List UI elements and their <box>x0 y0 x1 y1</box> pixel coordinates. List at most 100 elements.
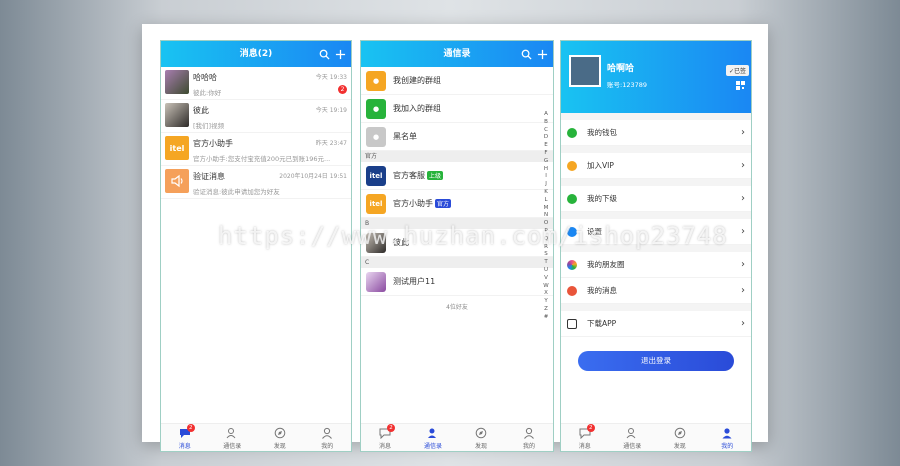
compass-icon <box>674 427 686 439</box>
menu-label: 下载APP <box>587 319 617 328</box>
message-preview: 彼此:你好 <box>193 89 222 96</box>
alphabet-letter[interactable]: J <box>542 181 550 189</box>
contact-label: 黑名单 <box>393 132 417 141</box>
friend-count: 4位好友 <box>446 304 468 311</box>
alphabet-letter[interactable]: V <box>542 275 550 283</box>
contact-row-joined-groups[interactable]: ● 我加入的群组 <box>361 95 553 123</box>
contacts-icon <box>226 428 236 439</box>
message-item[interactable]: 彼此 [我们]视频 今天 19:19 <box>161 100 351 133</box>
subordinates-icon <box>567 193 577 204</box>
alphabet-letter[interactable]: F <box>542 150 550 158</box>
group-icon: ● <box>366 70 386 91</box>
menu-label: 我的钱包 <box>587 128 617 137</box>
alphabet-letter[interactable]: A <box>542 111 550 119</box>
avatar[interactable] <box>569 55 601 87</box>
alphabet-letter[interactable]: C <box>542 127 550 135</box>
menu-subordinates[interactable]: 我的下级 › <box>561 186 751 212</box>
tab-me[interactable]: 我的 <box>304 424 352 451</box>
message-time: 今天 19:19 <box>315 107 347 114</box>
alphabet-letter[interactable]: G <box>542 158 550 166</box>
add-icon[interactable] <box>335 49 346 60</box>
alphabet-letter[interactable]: Z <box>542 306 550 314</box>
tab-discover[interactable]: 发现 <box>656 424 704 451</box>
tab-contacts[interactable]: 通信录 <box>209 424 257 451</box>
message-preview: 验证消息:彼此申请加您为好友 <box>193 188 280 195</box>
qr-code-icon[interactable] <box>736 81 745 90</box>
user-icon <box>524 427 534 439</box>
menu-label: 我的消息 <box>587 286 617 295</box>
menu-wallet[interactable]: 我的钱包 › <box>561 120 751 146</box>
menu-my-messages[interactable]: 我的消息 › <box>561 278 751 304</box>
alphabet-letter[interactable]: X <box>542 290 550 298</box>
message-item[interactable]: itel 官方小助手 官方小助手:您支付宝充值200元已到账196元... 昨天… <box>161 133 351 166</box>
wallet-icon <box>567 127 577 138</box>
speaker-icon <box>165 169 189 193</box>
contact-row[interactable]: itel 官方小助手 官方 <box>361 190 553 218</box>
alphabet-letter[interactable]: W <box>542 283 550 291</box>
tab-discover[interactable]: 发现 <box>256 424 304 451</box>
chevron-right-icon: › <box>741 127 745 138</box>
watermark-text: https://www.huzhan.com/ishop23748 <box>218 222 728 250</box>
alphabet-letter[interactable]: S <box>542 251 550 259</box>
alphabet-letter[interactable]: H <box>542 166 550 174</box>
profile-header: 哈啊哈 账号:123789 ✓已签 <box>561 41 751 113</box>
message-item[interactable]: 验证消息 验证消息:彼此申请加您为好友 2020年10月24日 19:51 <box>161 166 351 199</box>
tab-messages[interactable]: 2 消息 <box>161 424 209 451</box>
tab-badge: 2 <box>586 424 595 432</box>
tab-messages[interactable]: 2 消息 <box>561 424 609 451</box>
contact-tag: 上级 <box>427 171 444 180</box>
contact-row-blacklist[interactable]: ● 黑名单 <box>361 123 553 151</box>
alphabet-letter[interactable]: U <box>542 267 550 275</box>
tab-me[interactable]: 我的 <box>505 424 553 451</box>
chevron-right-icon: › <box>741 259 745 270</box>
tab-contacts[interactable]: 通信录 <box>609 424 657 451</box>
menu-vip[interactable]: 加入VIP › <box>561 153 751 179</box>
tab-label: 通信录 <box>623 443 642 450</box>
itel-logo-icon: itel <box>366 165 386 186</box>
add-icon[interactable] <box>537 49 548 60</box>
menu-moments[interactable]: 我的朋友圈 › <box>561 252 751 278</box>
message-time: 2020年10月24日 19:51 <box>279 173 347 180</box>
message-item[interactable]: 哈哈哈 彼此:你好 今天 19:33 2 <box>161 67 351 100</box>
tab-discover[interactable]: 发现 <box>457 424 505 451</box>
alphabet-letter[interactable]: B <box>542 119 550 127</box>
contact-row[interactable]: itel 官方客服 上级 <box>361 162 553 190</box>
alphabet-letter[interactable]: # <box>542 314 550 322</box>
alphabet-letter[interactable]: I <box>542 173 550 181</box>
alphabet-letter[interactable]: D <box>542 134 550 142</box>
search-icon[interactable] <box>319 49 330 60</box>
alphabet-letter[interactable]: M <box>542 205 550 213</box>
messages-title: 消息(2) <box>239 49 273 59</box>
alphabet-letter[interactable]: E <box>542 142 550 150</box>
alphabet-letter[interactable]: N <box>542 212 550 220</box>
tab-label: 发现 <box>273 443 286 450</box>
alphabet-index[interactable]: A B C D E F G H I J K L M N O P Q R S T U V W X Y Z # <box>542 111 550 322</box>
alphabet-letter[interactable]: Y <box>542 298 550 306</box>
tab-contacts[interactable]: 通信录 <box>409 424 457 451</box>
contact-label: 测试用户11 <box>393 277 436 286</box>
alphabet-letter[interactable]: L <box>542 197 550 205</box>
itel-logo-icon: itel <box>165 136 189 160</box>
contact-row-created-groups[interactable]: ● 我创建的群组 <box>361 67 553 95</box>
chevron-right-icon: › <box>741 318 745 329</box>
chevron-right-icon: › <box>741 226 745 237</box>
avatar <box>366 271 386 292</box>
contact-label: 我加入的群组 <box>393 104 441 113</box>
alphabet-letter[interactable]: K <box>542 189 550 197</box>
tab-messages[interactable]: 2 消息 <box>361 424 409 451</box>
itel-logo-icon: itel <box>366 193 386 214</box>
chevron-right-icon: › <box>741 193 745 204</box>
group-icon: ● <box>366 98 386 119</box>
tab-label: 通信录 <box>423 443 442 450</box>
search-icon[interactable] <box>521 49 532 60</box>
logout-button[interactable]: 退出登录 <box>578 351 734 371</box>
menu-download-app[interactable]: 下载APP › <box>561 311 751 337</box>
vip-icon <box>567 160 577 171</box>
alphabet-letter[interactable]: T <box>542 259 550 267</box>
tab-label: 通信录 <box>223 443 242 450</box>
profile-name: 哈啊哈 <box>607 64 635 74</box>
tab-me[interactable]: 我的 <box>704 424 752 451</box>
user-icon <box>322 427 333 439</box>
contact-label: 官方客服 <box>393 171 425 180</box>
contact-row[interactable]: 测试用户11 <box>361 268 553 296</box>
